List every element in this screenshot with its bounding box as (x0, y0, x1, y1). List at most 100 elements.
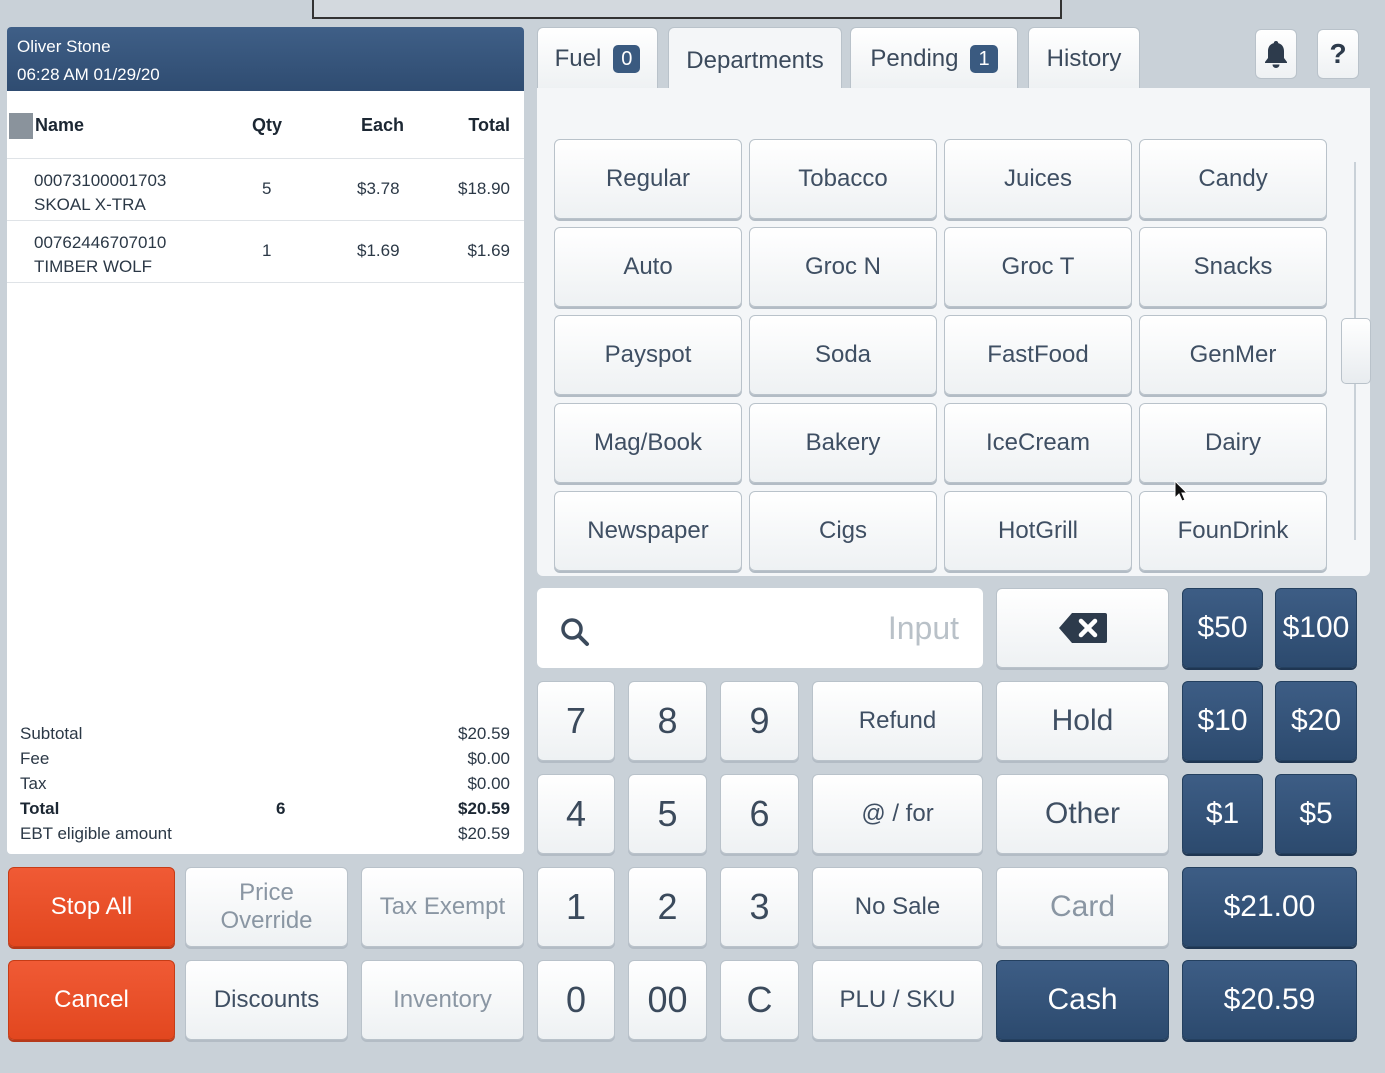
department-button-bakery[interactable]: Bakery (749, 403, 937, 483)
ticket-header: Oliver Stone 06:28 AM 01/29/20 (7, 27, 524, 91)
hold-button[interactable]: Hold (996, 681, 1169, 761)
notifications-button[interactable] (1255, 29, 1297, 79)
stop-all-button[interactable]: Stop All (8, 867, 175, 947)
department-button-juices[interactable]: Juices (944, 139, 1132, 219)
help-button[interactable]: ? (1317, 29, 1359, 79)
department-button-fastfood[interactable]: FastFood (944, 315, 1132, 395)
other-button[interactable]: Other (996, 774, 1169, 854)
department-button-auto[interactable]: Auto (554, 227, 742, 307)
ticket-column-header: Name Qty Each Total (7, 91, 524, 159)
total-qty: 6 (276, 799, 286, 818)
column-name: Name (35, 115, 85, 135)
department-button-candy[interactable]: Candy (1139, 139, 1327, 219)
cash-button[interactable]: Cash (996, 960, 1169, 1040)
item-each: $3.78 (357, 179, 400, 198)
discounts-button[interactable]: Discounts (185, 960, 348, 1040)
key-6[interactable]: 6 (720, 774, 799, 854)
price-override-button[interactable]: Price Override (185, 867, 348, 947)
key-0[interactable]: 0 (537, 960, 615, 1040)
department-button-dairy[interactable]: Dairy (1139, 403, 1327, 483)
key-3[interactable]: 3 (720, 867, 799, 947)
input-placeholder: Input (887, 610, 959, 646)
price-override-label-2: Override (220, 907, 313, 934)
department-button-snacks[interactable]: Snacks (1139, 227, 1327, 307)
key-00[interactable]: 00 (628, 960, 707, 1040)
department-button-mag-book[interactable]: Mag/Book (554, 403, 742, 483)
department-button-tobacco[interactable]: Tobacco (749, 139, 937, 219)
plu-sku-button[interactable]: PLU / SKU (812, 960, 983, 1040)
exact-cash-button[interactable]: $20.59 (1182, 960, 1357, 1040)
item-each: $1.69 (357, 241, 400, 260)
tax-value: $0.00 (467, 774, 510, 793)
department-button-groc-t[interactable]: Groc T (944, 227, 1132, 307)
tab-pending[interactable]: Pending 1 (850, 27, 1018, 89)
tax-label: Tax (20, 774, 47, 793)
inventory-button[interactable]: Inventory (361, 960, 524, 1040)
search-icon (561, 618, 589, 646)
total-value: $20.59 (458, 799, 510, 818)
ebt-label: EBT eligible amount (20, 824, 172, 843)
cashier-name: Oliver Stone (17, 37, 111, 56)
item-name: SKOAL X-TRA (34, 195, 146, 214)
quick-cash-10[interactable]: $10 (1182, 681, 1263, 761)
backspace-icon (1058, 613, 1107, 643)
department-button-cigs[interactable]: Cigs (749, 491, 937, 571)
tab-fuel[interactable]: Fuel 0 (537, 27, 658, 89)
total-label: Total (20, 799, 60, 818)
tab-history[interactable]: History (1028, 27, 1140, 89)
column-each: Each (361, 115, 405, 135)
quick-cash-20[interactable]: $20 (1275, 681, 1357, 761)
question-icon: ? (1329, 38, 1347, 69)
key-1[interactable]: 1 (537, 867, 615, 947)
cancel-button[interactable]: Cancel (8, 960, 175, 1040)
item-qty: 5 (262, 179, 272, 198)
quick-cash-5[interactable]: $5 (1275, 774, 1357, 854)
department-button-payspot[interactable]: Payspot (554, 315, 742, 395)
tab-departments[interactable]: Departments (668, 27, 842, 93)
quick-cash-50[interactable]: $50 (1182, 588, 1263, 668)
item-total: $18.90 (458, 179, 510, 198)
item-code: 00073100001703 (34, 171, 167, 190)
department-button-icecream[interactable]: IceCream (944, 403, 1132, 483)
ticket-row[interactable]: 00073100001703 SKOAL X-TRA 5 $3.78 $18.9… (7, 159, 524, 221)
mouse-cursor-icon (1174, 480, 1188, 502)
item-qty: 1 (262, 241, 272, 260)
department-button-genmer[interactable]: GenMer (1139, 315, 1327, 395)
item-total: $1.69 (467, 241, 510, 260)
key-7[interactable]: 7 (537, 681, 615, 761)
department-button-foundrink[interactable]: FounDrink (1139, 491, 1327, 571)
ticket-panel: Oliver Stone 06:28 AM 01/29/20 Name Qty … (7, 27, 524, 854)
column-total: Total (468, 115, 510, 135)
search-input[interactable]: Input (537, 588, 983, 668)
no-sale-button[interactable]: No Sale (812, 867, 983, 947)
fee-value: $0.00 (467, 749, 510, 768)
card-button[interactable]: Card (996, 867, 1169, 947)
price-override-label-1: Price (239, 879, 294, 906)
quick-cash-21[interactable]: $21.00 (1182, 867, 1357, 947)
at-for-button[interactable]: @ / for (812, 774, 983, 854)
key-clear[interactable]: C (720, 960, 799, 1040)
tab-fuel-label: Fuel (554, 44, 602, 72)
quick-cash-1[interactable]: $1 (1182, 774, 1263, 854)
department-button-groc-n[interactable]: Groc N (749, 227, 937, 307)
ticket-row[interactable]: 00762446707010 TIMBER WOLF 1 $1.69 $1.69 (7, 221, 524, 283)
department-button-hotgrill[interactable]: HotGrill (944, 491, 1132, 571)
department-button-regular[interactable]: Regular (554, 139, 742, 219)
key-5[interactable]: 5 (628, 774, 707, 854)
subtotal-label: Subtotal (20, 724, 83, 743)
item-name: TIMBER WOLF (34, 257, 153, 276)
key-8[interactable]: 8 (628, 681, 707, 761)
backspace-button[interactable] (996, 588, 1169, 668)
key-9[interactable]: 9 (720, 681, 799, 761)
item-code: 00762446707010 (34, 233, 167, 252)
key-4[interactable]: 4 (537, 774, 615, 854)
department-button-newspaper[interactable]: Newspaper (554, 491, 742, 571)
departments-scrollbar[interactable] (1341, 318, 1371, 384)
tax-exempt-button[interactable]: Tax Exempt (361, 867, 524, 947)
tab-departments-label: Departments (686, 46, 824, 74)
key-2[interactable]: 2 (628, 867, 707, 947)
quick-cash-100[interactable]: $100 (1275, 588, 1357, 668)
select-all-checkbox[interactable] (9, 113, 33, 139)
department-button-soda[interactable]: Soda (749, 315, 937, 395)
refund-button[interactable]: Refund (812, 681, 983, 761)
